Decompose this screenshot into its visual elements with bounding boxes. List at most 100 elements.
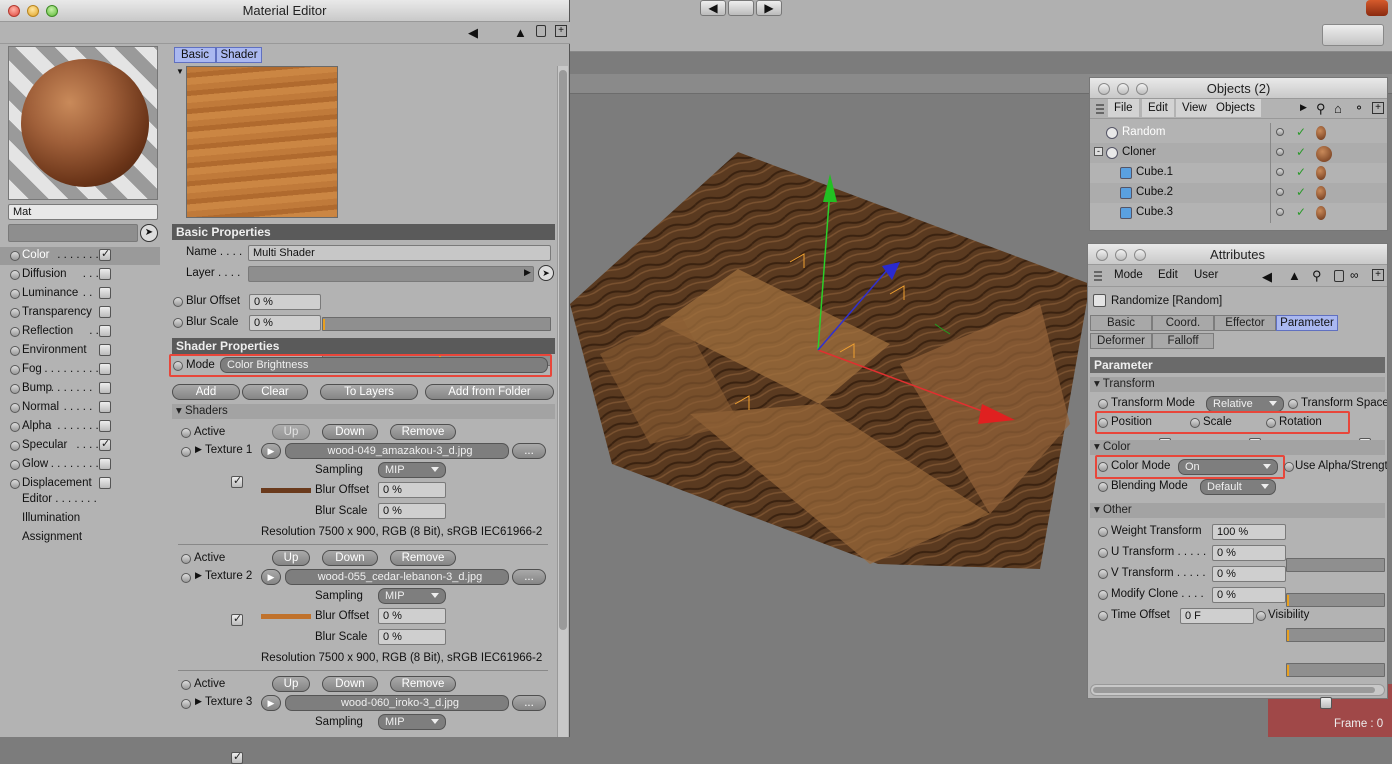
texture-blur-scale-field[interactable]: 0 % [378, 629, 446, 645]
lock-icon[interactable] [536, 25, 546, 37]
objects-menu-edit[interactable]: Edit [1142, 99, 1174, 117]
material-extra-item[interactable]: Illumination [22, 512, 80, 524]
tab-shader[interactable]: Shader [216, 47, 262, 63]
blending-mode-dropdown[interactable]: Default [1200, 479, 1276, 495]
channel-reflection[interactable]: Reflection . . [0, 323, 160, 341]
transform-mode-dot[interactable] [1098, 399, 1108, 409]
visibility-editor-dot[interactable] [1276, 208, 1284, 216]
material-extra-item[interactable]: Assignment [22, 531, 82, 543]
to-layers-button[interactable]: To Layers [320, 384, 418, 400]
channel-dot[interactable] [10, 460, 20, 470]
channel-bump[interactable]: Bump . . . . . . . [0, 380, 160, 398]
texture-expand-icon[interactable]: ▶ [195, 444, 202, 455]
texture-browse-button[interactable]: ... [512, 695, 546, 711]
channel-dot[interactable] [10, 365, 20, 375]
shader-name-field[interactable]: Multi Shader [248, 245, 551, 261]
attributes-hscrollbar[interactable] [1090, 684, 1385, 696]
channel-dot[interactable] [10, 422, 20, 432]
object-name[interactable]: Random [1122, 126, 1165, 138]
blur-offset-anim-dot[interactable] [173, 297, 183, 307]
texture-browse-button[interactable]: ... [512, 569, 546, 585]
attributes-menu-mode[interactable]: Mode [1114, 269, 1143, 281]
texture-sampling-dropdown[interactable]: MIP [378, 714, 446, 730]
modify-clone-field[interactable]: 0 % [1212, 587, 1286, 603]
u-transform-field[interactable]: 0 % [1212, 545, 1286, 561]
weight-transform-field[interactable]: 100 % [1212, 524, 1286, 540]
channel-checkbox[interactable] [99, 458, 111, 470]
new-panel-icon[interactable]: + [1372, 102, 1384, 114]
doc-icon[interactable] [728, 0, 754, 16]
texture-anim-dot[interactable] [181, 447, 191, 457]
texture-active-checkbox[interactable] [231, 474, 243, 488]
attributes-new-panel-icon[interactable]: + [1372, 269, 1384, 281]
visibility-checkbox[interactable] [1320, 697, 1332, 710]
tab-basic[interactable]: Basic [174, 47, 216, 63]
channel-glow[interactable]: Glow . . . . . . . . [0, 456, 160, 474]
transform-space-dot[interactable] [1288, 399, 1298, 409]
link-icon[interactable]: ⚬ [1354, 101, 1364, 115]
channel-checkbox[interactable] [99, 247, 111, 261]
v-transform-slider[interactable] [1286, 628, 1385, 643]
channel-checkbox[interactable] [99, 477, 111, 489]
channel-luminance[interactable]: Luminance . . [0, 285, 160, 303]
layout-icon[interactable] [1322, 24, 1384, 46]
add-button[interactable]: Add [172, 384, 240, 400]
back-button[interactable]: ◀ [700, 0, 726, 16]
channel-alpha[interactable]: Alpha . . . . . . . [0, 418, 160, 436]
channel-transparency[interactable]: Transparency [0, 304, 160, 322]
enabled-check-icon[interactable]: ✓ [1296, 125, 1306, 139]
time-offset-field[interactable]: 0 F [1180, 608, 1254, 624]
tab-attr-parameter[interactable]: Parameter [1276, 315, 1338, 331]
texture-active-dot[interactable] [181, 428, 191, 438]
material-extra-item[interactable]: Editor . . . . . . . [22, 493, 97, 505]
visibility-dot[interactable] [1256, 611, 1266, 621]
texture-down-button[interactable]: Down [322, 550, 378, 566]
channel-diffusion[interactable]: Diffusion . . . . [0, 266, 160, 284]
forward-button[interactable]: ▶ [756, 0, 782, 16]
blur-offset-field[interactable]: 0 % [249, 294, 321, 310]
channel-dot[interactable] [10, 251, 20, 261]
transform-mode-dropdown[interactable]: Relative [1206, 396, 1284, 412]
object-name[interactable]: Cloner [1122, 146, 1156, 158]
object-name[interactable]: Cube.3 [1136, 206, 1173, 218]
texture-up-button[interactable]: Up [272, 676, 310, 692]
channel-checkbox[interactable] [99, 382, 111, 394]
channel-dot[interactable] [10, 289, 20, 299]
visibility-editor-dot[interactable] [1276, 148, 1284, 156]
visibility-editor-dot[interactable] [1276, 128, 1284, 136]
channel-color[interactable]: Color . . . . . . . [0, 247, 160, 265]
texture-remove-button[interactable]: Remove [390, 424, 456, 440]
channel-dot[interactable] [10, 479, 20, 489]
texture-up-button[interactable]: Up [272, 424, 310, 440]
object-row[interactable]: Cube.2 ✓ [1090, 183, 1387, 203]
texture-active-checkbox[interactable] [231, 612, 243, 627]
texture-expand-icon[interactable]: ▶ [195, 696, 202, 707]
tab-attr-falloff[interactable]: Falloff [1152, 333, 1214, 349]
channel-displacement[interactable]: Displacement [0, 475, 160, 493]
more-arrow-icon[interactable]: ▶ [1300, 102, 1307, 113]
texture-file-field[interactable]: wood-049_amazakou-3_d.jpg [285, 443, 509, 459]
u-transform-dot[interactable] [1098, 548, 1108, 558]
channel-fog[interactable]: Fog . . . . . . . . . [0, 361, 160, 379]
objects-menu-view[interactable]: View [1176, 99, 1213, 117]
minimize-window-button[interactable] [27, 5, 39, 17]
layer-arrow-icon[interactable]: ▶ [524, 267, 531, 278]
time-offset-dot[interactable] [1098, 611, 1108, 621]
attributes-link-icon[interactable]: ∞ [1350, 268, 1359, 282]
texture-anim-dot[interactable] [181, 699, 191, 709]
modify-clone-dot[interactable] [1098, 590, 1108, 600]
channel-environment[interactable]: Environment [0, 342, 160, 360]
layer-field[interactable] [248, 266, 534, 282]
texture-sampling-dropdown[interactable]: MIP [378, 588, 446, 604]
preview-collapse-icon[interactable]: ▼ [176, 67, 184, 76]
blur-scale-anim-dot[interactable] [173, 318, 183, 328]
channel-dot[interactable] [10, 441, 20, 451]
channel-dot[interactable] [10, 270, 20, 280]
material-layer-field[interactable] [8, 224, 138, 242]
texture-browse-button[interactable]: ... [512, 443, 546, 459]
texture-file-field[interactable]: wood-060_iroko-3_d.jpg [285, 695, 509, 711]
texture-active-dot[interactable] [181, 680, 191, 690]
u-transform-slider[interactable] [1286, 593, 1385, 608]
texture-file-field[interactable]: wood-055_cedar-lebanon-3_d.jpg [285, 569, 509, 585]
channel-checkbox[interactable] [99, 344, 111, 356]
